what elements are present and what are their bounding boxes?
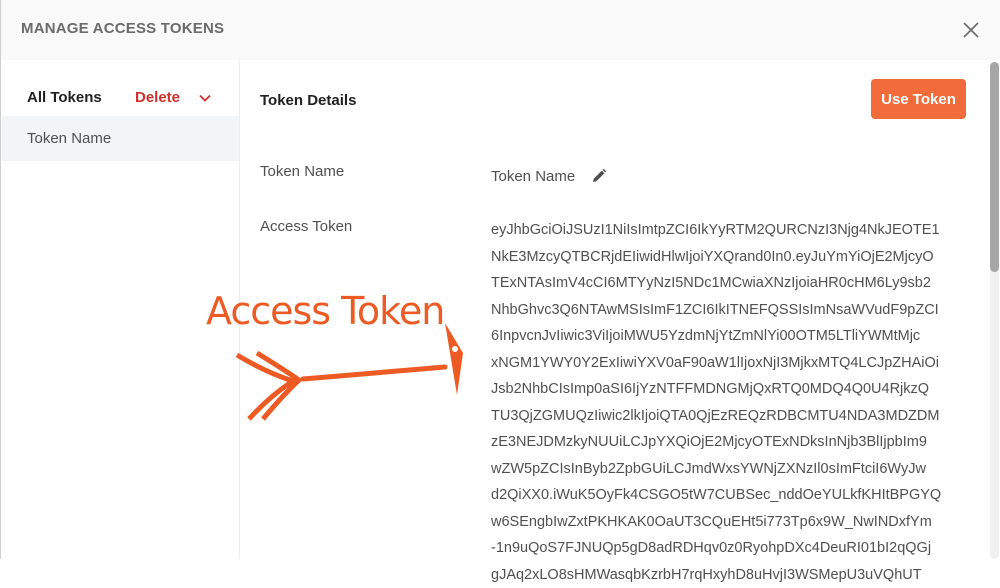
delete-dropdown-toggle[interactable] xyxy=(198,91,212,105)
access-token-line: 6InpvcnJvIiwic3ViIjoiMWU5YzdmNjYtZmNlYi0… xyxy=(491,323,971,350)
scrollbar-thumb[interactable] xyxy=(990,62,999,272)
all-tokens-label: All Tokens xyxy=(27,89,102,106)
tokens-sidebar: All Tokens Delete Token Name xyxy=(2,60,240,559)
pencil-icon xyxy=(591,168,607,184)
access-token-line: zE3NEJDMzkyNUUiLCJpYXQiOjE2MjcyOTExNDksI… xyxy=(491,429,971,456)
close-button[interactable] xyxy=(961,20,981,40)
access-token-line: NhbGhvc3Q6NTAwMSIsImF1ZCI6IkITNEFQSSIsIm… xyxy=(491,297,971,324)
access-token-line: eyJhbGciOiJSUzI1NiIsImtpZCI6IkYyRTM2QURC… xyxy=(491,217,971,244)
modal-header: MANAGE ACCESS TOKENS xyxy=(1,0,1000,60)
sidebar-header: All Tokens Delete xyxy=(2,60,239,116)
access-token-line: w6SEngbIwZxtPKHKAK0OaUT3CQuEHt5i773Tp6x9… xyxy=(491,509,971,536)
access-token-line: xNGM1YWY0Y2ExIiwiYXV0aF90aW1lIjoxNjI3Mjk… xyxy=(491,350,971,377)
use-token-button[interactable]: Use Token xyxy=(871,79,966,119)
close-icon xyxy=(961,20,981,40)
manage-access-tokens-modal: MANAGE ACCESS TOKENS All Tokens Delete T… xyxy=(0,0,1000,559)
annotation-arrow-icon xyxy=(231,315,491,425)
access-token-line: gJAq2xLO8sHMWasqbKzrbH7rqHxyhD8uHvjI3WSM… xyxy=(491,562,971,588)
access-token-line: Jsb2NhbCIsImp0aSI6IjYzNTFFMDNGMjQxRTQ0MD… xyxy=(491,376,971,403)
access-token-line: TExNTAsImV4cCI6MTYyNzI5NDc1MCwiaXNzIjoia… xyxy=(491,270,971,297)
access-token-line: wZW5pZCIsInByb2ZpbGUiLCJmdWxsYWNjZXNzIl0… xyxy=(491,456,971,483)
access-token-label: Access Token xyxy=(260,218,352,235)
access-token-value: eyJhbGciOiJSUzI1NiIsImtpZCI6IkYyRTM2QURC… xyxy=(491,217,971,588)
token-details-title: Token Details xyxy=(260,92,356,109)
sidebar-item-label: Token Name xyxy=(27,130,111,147)
access-token-line: TU3QjZGMUQzIiwic2lkIjoiQTA0QjEzREQzRDBCM… xyxy=(491,403,971,430)
modal-title: MANAGE ACCESS TOKENS xyxy=(21,20,224,37)
token-name-value: Token Name xyxy=(491,168,575,185)
edit-token-name-button[interactable] xyxy=(591,168,607,184)
access-token-line: -1n9uQoS7FJNUQp5gD8adRDHqv0z0RyohpDXc4De… xyxy=(491,535,971,562)
access-token-line: NkE3MzcyQTBCRjdEIiwidHlwIjoiYXQrand0In0.… xyxy=(491,244,971,271)
chevron-down-icon xyxy=(198,91,212,105)
sidebar-item-token-name[interactable]: Token Name xyxy=(2,116,239,161)
delete-button[interactable]: Delete xyxy=(135,89,180,106)
token-name-label: Token Name xyxy=(260,163,344,180)
access-token-line: d2QiXX0.iWuK5OyFk4CSGO5tW7CUBSec_nddOeYU… xyxy=(491,482,971,509)
